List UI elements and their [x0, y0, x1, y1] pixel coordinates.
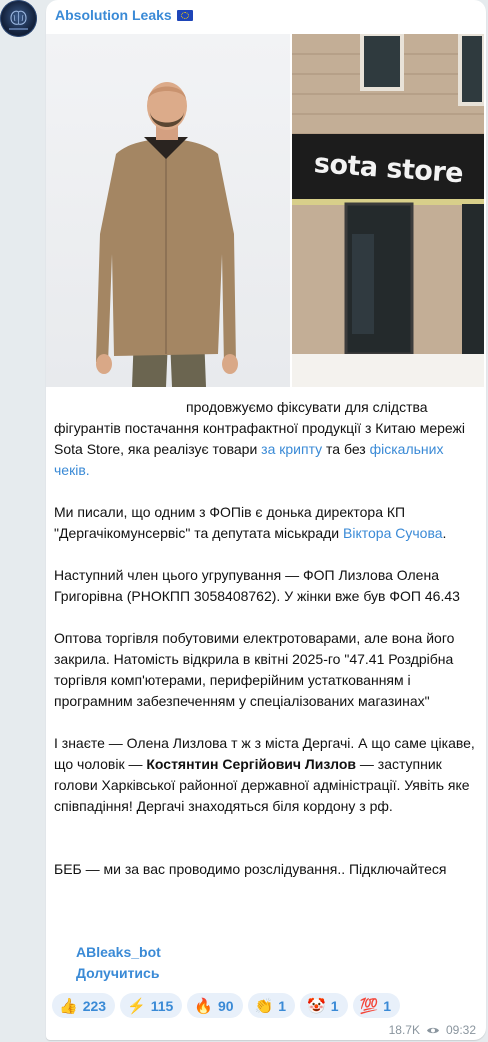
post-paragraph-2: Ми писали, що одним з ФОПів є донька дир…	[54, 502, 478, 544]
post-bold-name: Костянтин Сергійович Лизлов	[146, 756, 356, 772]
photo-man-portrait[interactable]	[46, 34, 290, 387]
channel-avatar[interactable]	[0, 0, 37, 37]
photo-store-front[interactable]: sota store	[292, 34, 484, 387]
reaction-button[interactable]: 💯 1	[352, 993, 401, 1018]
eu-flag-icon	[176, 9, 193, 21]
store-facade-image	[292, 34, 484, 387]
reaction-emoji: 👏	[254, 997, 274, 1015]
bot-links: ABleaks_bot Долучитись	[76, 942, 161, 984]
reaction-button[interactable]: 👍 223	[52, 993, 116, 1018]
post-paragraph-6: БЕБ — ми за вас проводимо розслідування.…	[54, 861, 447, 877]
bot-handle-link[interactable]: ABleaks_bot	[76, 942, 161, 963]
reactions-bar: 👍 223 ⚡ 115 🔥 90 👏 1 🤡 1 💯 1	[52, 993, 401, 1018]
link-crypto[interactable]: за крипту	[261, 441, 322, 457]
reaction-count: 1	[278, 997, 287, 1014]
reaction-emoji: 🤡	[307, 997, 326, 1015]
reaction-button[interactable]: 🔥 90	[187, 993, 243, 1018]
reaction-button[interactable]: ⚡ 115	[120, 993, 183, 1018]
brain-logo-icon	[0, 0, 37, 37]
link-viktor-suchov[interactable]: Віктора Сучова	[343, 525, 443, 541]
reaction-count: 1	[330, 997, 339, 1014]
post-paragraph-3: Наступний член цього угрупування — ФОП Л…	[54, 567, 460, 604]
post-paragraph-1: продовжуємо фіксувати для слідства фігур…	[54, 397, 478, 481]
post-text: та без	[322, 441, 370, 457]
reaction-emoji: 👍	[59, 997, 78, 1015]
reaction-emoji: ⚡	[127, 997, 146, 1015]
reaction-count: 223	[82, 997, 107, 1014]
reaction-button[interactable]: 👏 1	[247, 993, 296, 1018]
views-count: 18.7K	[388, 1023, 420, 1037]
reaction-emoji: 🔥	[194, 997, 214, 1015]
message-bubble: Absolution Leaks sota store продовжуємо …	[46, 0, 486, 1040]
channel-name-text[interactable]: Absolution Leaks	[55, 7, 172, 23]
reaction-emoji: 💯	[359, 997, 379, 1015]
post-text: .	[442, 525, 447, 541]
message-meta: 18.7K 09:32	[389, 1023, 476, 1037]
man-portrait-image	[96, 82, 238, 387]
reaction-count: 90	[218, 997, 234, 1014]
reaction-count: 1	[383, 997, 392, 1014]
join-link[interactable]: Долучитись	[76, 963, 161, 984]
reaction-button[interactable]: 🤡 1	[300, 993, 348, 1018]
post-paragraph-5: І знаєте — Олена Лизлова т ж з міста Дер…	[54, 733, 478, 817]
reaction-count: 115	[150, 997, 174, 1014]
eye-icon	[426, 1027, 439, 1033]
channel-name[interactable]: Absolution Leaks	[55, 7, 193, 23]
post-paragraph-4: Оптова торгівля побутовими електротовара…	[54, 630, 455, 709]
message-time: 09:32	[445, 1023, 476, 1037]
